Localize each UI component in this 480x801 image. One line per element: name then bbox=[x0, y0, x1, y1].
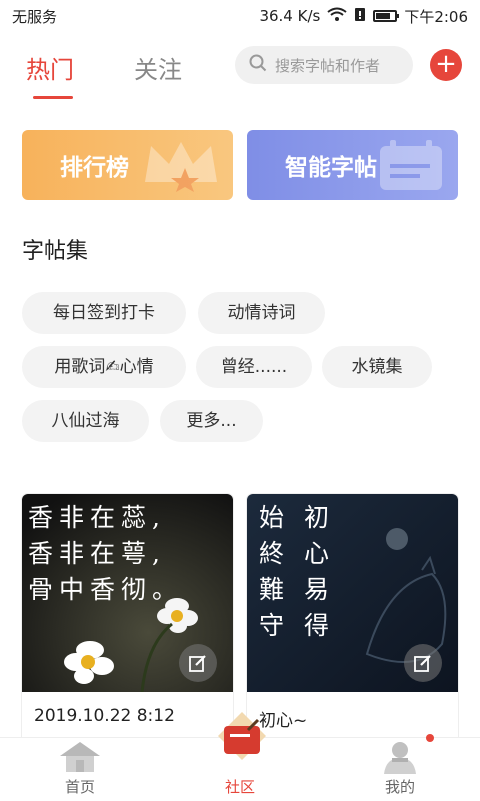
poem-line: 終 心 bbox=[259, 539, 335, 568]
chip-poetry[interactable]: 动情诗词 bbox=[198, 292, 325, 334]
post-caption: 2019.10.22 8:12 bbox=[34, 706, 175, 726]
search-input[interactable]: 搜索字帖和作者 bbox=[235, 46, 413, 84]
wifi-icon bbox=[327, 7, 347, 25]
tab-hot[interactable]: 热门 bbox=[26, 50, 74, 85]
nav-profile-label: 我的 bbox=[384, 778, 415, 796]
profile-icon bbox=[384, 742, 416, 774]
clock: 下午2:06 bbox=[404, 7, 468, 26]
active-tab-indicator bbox=[33, 96, 73, 99]
poem-line: 香非在蕊, bbox=[28, 503, 166, 532]
network-speed: 36.4 K/s bbox=[259, 7, 321, 25]
poem-line: 始 初 bbox=[259, 503, 335, 532]
ranking-banner[interactable]: 排行榜 bbox=[22, 130, 233, 200]
section-title: 字帖集 bbox=[22, 239, 89, 264]
carrier-text: 无服务 bbox=[12, 7, 58, 26]
search-placeholder: 搜索字帖和作者 bbox=[275, 56, 381, 75]
poem-line: 守 得 bbox=[259, 611, 335, 640]
tab-follow[interactable]: 关注 bbox=[134, 50, 182, 85]
post-card[interactable]: 香非在蕊, 香非在萼, 骨中香彻。 2019.10.22 8:12 bbox=[22, 494, 233, 744]
search-icon bbox=[249, 54, 267, 76]
poem-line: 香非在萼, bbox=[28, 539, 166, 568]
home-icon bbox=[60, 742, 100, 772]
notification-dot bbox=[426, 734, 434, 742]
sim-alert-icon bbox=[354, 7, 366, 26]
community-icon bbox=[218, 712, 266, 760]
poem-text: 香非在蕊, 香非在萼, 骨中香彻。 bbox=[28, 500, 183, 608]
chip-lyrics[interactable]: 用歌词✍心情 bbox=[22, 346, 186, 388]
nav-profile[interactable]: 我的 bbox=[340, 738, 460, 801]
poem-text: 始 初 終 心 難 易 守 得 bbox=[259, 500, 335, 644]
crown-icon bbox=[141, 138, 221, 198]
ranking-label: 排行榜 bbox=[60, 155, 129, 181]
edit-button[interactable] bbox=[179, 644, 217, 682]
edit-icon bbox=[414, 655, 431, 672]
status-indicators: 36.4 K/s 下午2:06 bbox=[259, 6, 468, 27]
battery-icon bbox=[373, 10, 400, 22]
chip-eight-immortals[interactable]: 八仙过海 bbox=[22, 400, 149, 442]
bottom-nav: 首页 社区 我的 bbox=[0, 712, 480, 801]
post-caption: 初心~ bbox=[259, 711, 308, 731]
chip-daily-checkin[interactable]: 每日签到打卡 bbox=[22, 292, 186, 334]
post-card[interactable]: 始 初 終 心 難 易 守 得 初心~ bbox=[247, 494, 458, 744]
chip-more[interactable]: 更多... bbox=[160, 400, 263, 442]
nav-community-label: 社区 bbox=[224, 778, 255, 796]
chip-mirror[interactable]: 水镜集 bbox=[322, 346, 432, 388]
poem-line: 骨中香彻。 bbox=[28, 575, 184, 604]
edit-button[interactable] bbox=[404, 644, 442, 682]
nav-community[interactable]: 社区 bbox=[180, 712, 300, 801]
nav-home-label: 首页 bbox=[64, 778, 95, 796]
calendar-icon bbox=[376, 138, 446, 198]
plus-icon: + bbox=[435, 49, 457, 79]
poem-line: 難 易 bbox=[259, 575, 335, 604]
edit-icon bbox=[189, 655, 206, 672]
chip-once[interactable]: 曾经...... bbox=[196, 346, 312, 388]
nav-home[interactable]: 首页 bbox=[20, 738, 140, 801]
smart-copybook-label: 智能字帖 bbox=[285, 155, 377, 181]
add-button[interactable]: + bbox=[430, 49, 462, 81]
smart-copybook-banner[interactable]: 智能字帖 bbox=[247, 130, 458, 200]
status-bar: 无服务 36.4 K/s 下午2:06 bbox=[0, 0, 480, 32]
top-header: 热门 关注 搜索字帖和作者 + bbox=[0, 40, 480, 104]
